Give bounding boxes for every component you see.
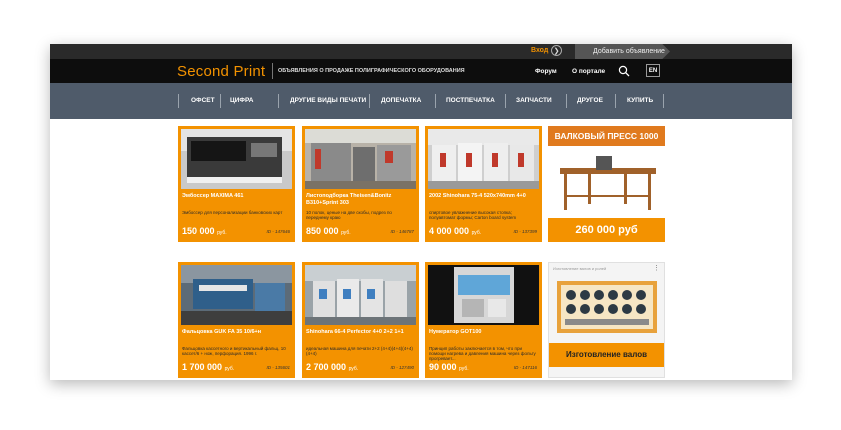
- listing-title[interactable]: Фальцовка GUK FA 35 10/6+н: [182, 329, 290, 336]
- add-ad-button[interactable]: Добавить объявление: [575, 44, 670, 59]
- listing-photo[interactable]: [305, 265, 416, 325]
- nav-divider: [663, 94, 664, 108]
- about-link[interactable]: О портале: [572, 68, 605, 75]
- listing-id: ID - 146787: [390, 229, 414, 234]
- listing-id: ID - 127490: [390, 365, 414, 370]
- promo-banner-rollers[interactable]: Изготовление валов и ролей ⋮ Изготовлени…: [548, 262, 665, 378]
- listing-title[interactable]: Shinohara 66-4 Perfector 4+0 2+2 1+1: [306, 329, 414, 336]
- photo-carousel-dots[interactable]: [472, 320, 487, 324]
- banner-image: [548, 146, 665, 216]
- nav-item-other-print[interactable]: ДРУГИЕ ВИДЫ ПЕЧАТИ: [290, 83, 366, 119]
- nav-item-postpress[interactable]: ПОСТПЕЧАТКА: [446, 83, 495, 119]
- listing-title[interactable]: Нумератор GOT100: [429, 329, 537, 336]
- nav-divider: [278, 94, 279, 108]
- more-options-icon[interactable]: ⋮: [653, 264, 660, 272]
- listing-price: 1 700 000 руб.: [182, 362, 235, 372]
- banner-price: 260 000 руб: [575, 224, 638, 236]
- listing-id: ID - 137399: [513, 229, 537, 234]
- listing-description: Эмбоссер для персонализации банковских к…: [182, 210, 283, 215]
- category-nav: ОФСЕТ ЦИФРА ДРУГИЕ ВИДЫ ПЕЧАТИ ДОПЕЧАТКА…: [50, 83, 792, 119]
- listing-photo[interactable]: [305, 129, 416, 189]
- listing-photo[interactable]: [181, 265, 292, 325]
- nav-item-buy[interactable]: КУПИТЬ: [627, 83, 653, 119]
- arrow-right-circle-icon[interactable]: ❯: [551, 45, 562, 56]
- promo-banner-roller-press[interactable]: ВАЛКОВЫЙ ПРЕСС 1000 260 000 руб: [548, 126, 665, 242]
- nav-item-other[interactable]: ДРУГОЕ: [577, 83, 603, 119]
- listing-description: идеальная машина для печати 2+2 (4+4)(4+…: [306, 346, 413, 357]
- photo-carousel-dots[interactable]: [225, 184, 245, 188]
- listing-card[interactable]: Листоподборка Theisen&Bonitz B310+Sprint…: [302, 126, 419, 242]
- forum-link[interactable]: Форум: [535, 68, 557, 75]
- listing-price: 150 000 руб.: [182, 226, 227, 236]
- listing-title[interactable]: Эмбоссер MAXIMA 461: [182, 193, 290, 200]
- nav-item-prepress[interactable]: ДОПЕЧАТКА: [381, 83, 421, 119]
- banner-small-caption: Изготовление валов и ролей: [553, 266, 607, 271]
- nav-item-offset[interactable]: ОФСЕТ: [191, 83, 215, 119]
- listing-card[interactable]: Shinohara 66-4 Perfector 4+0 2+2 1+1 иде…: [302, 262, 419, 378]
- site-tagline: ОБЪЯВЛЕНИЯ О ПРОДАЖЕ ПОЛИГРАФИЧЕСКОГО ОБ…: [278, 68, 465, 74]
- listing-card[interactable]: Эмбоссер MAXIMA 461 Эмбоссер для персона…: [178, 126, 295, 242]
- listing-description: Принцип работы заключается в том, что пр…: [429, 346, 536, 362]
- banner-image: [549, 275, 664, 341]
- nav-divider: [505, 94, 506, 108]
- banner-price-strip: 260 000 руб: [548, 218, 665, 242]
- photo-carousel-dots[interactable]: [225, 320, 245, 324]
- nav-divider: [566, 94, 567, 108]
- banner-title: ВАЛКОВЫЙ ПРЕСС 1000: [554, 131, 659, 141]
- site-logo[interactable]: Second Print: [177, 63, 265, 80]
- search-icon[interactable]: [618, 65, 630, 77]
- listing-price: 850 000 руб.: [306, 226, 351, 236]
- listing-description: 10 полок, ценые на две скобы, подрез по …: [306, 210, 392, 221]
- listing-price: 2 700 000 руб.: [306, 362, 359, 372]
- listing-price: 4 000 000 руб.: [429, 226, 482, 236]
- listing-title[interactable]: 2002 Shinohara 75-4 520x740mm 4+0: [429, 193, 537, 200]
- listing-id: ID - 135601: [266, 365, 290, 370]
- listing-card[interactable]: Фальцовка GUK FA 35 10/6+н Фальцовка кас…: [178, 262, 295, 378]
- photo-carousel-dots[interactable]: [472, 184, 492, 188]
- language-switch[interactable]: EN: [646, 64, 660, 77]
- listing-photo[interactable]: [181, 129, 292, 189]
- listing-id: ID - 147646: [266, 229, 290, 234]
- listing-card[interactable]: Нумератор GOT100 Принцип работы заключае…: [425, 262, 542, 378]
- banner-caption: Изготовление валов: [565, 350, 648, 359]
- site-header: Second Print ОБЪЯВЛЕНИЯ О ПРОДАЖЕ ПОЛИГР…: [50, 59, 792, 83]
- listing-description: спиртовое увлажнение высокая стопка; пол…: [429, 210, 517, 221]
- logo-divider: [272, 63, 273, 79]
- listing-price: 90 000 руб.: [429, 362, 469, 372]
- photo-carousel-dots[interactable]: [349, 320, 369, 324]
- nav-item-parts[interactable]: ЗАПЧАСТИ: [516, 83, 552, 119]
- listing-photo[interactable]: [428, 129, 539, 189]
- banner-title-strip: ВАЛКОВЫЙ ПРЕСС 1000: [548, 126, 665, 146]
- nav-divider: [435, 94, 436, 108]
- nav-item-digital[interactable]: ЦИФРА: [230, 83, 253, 119]
- nav-divider: [615, 94, 616, 108]
- listing-title[interactable]: Листоподборка Theisen&Bonitz B310+Sprint…: [306, 193, 414, 206]
- banner-caption-strip: Изготовление валов: [549, 343, 664, 367]
- nav-divider: [220, 94, 221, 108]
- listing-photo[interactable]: [428, 265, 539, 325]
- top-bar: Вход ❯ Добавить объявление: [50, 44, 792, 59]
- nav-divider: [178, 94, 179, 108]
- listing-description: Фальцовка кассетного и вертикальный фаль…: [182, 346, 286, 357]
- listing-id: ID - 147116: [513, 365, 537, 370]
- listing-card[interactable]: 2002 Shinohara 75-4 520x740mm 4+0 спирто…: [425, 126, 542, 242]
- login-link[interactable]: Вход: [531, 47, 548, 54]
- photo-carousel-dots[interactable]: [349, 184, 369, 188]
- browser-page: Вход ❯ Добавить объявление Second Print …: [50, 44, 792, 380]
- nav-divider: [369, 94, 370, 108]
